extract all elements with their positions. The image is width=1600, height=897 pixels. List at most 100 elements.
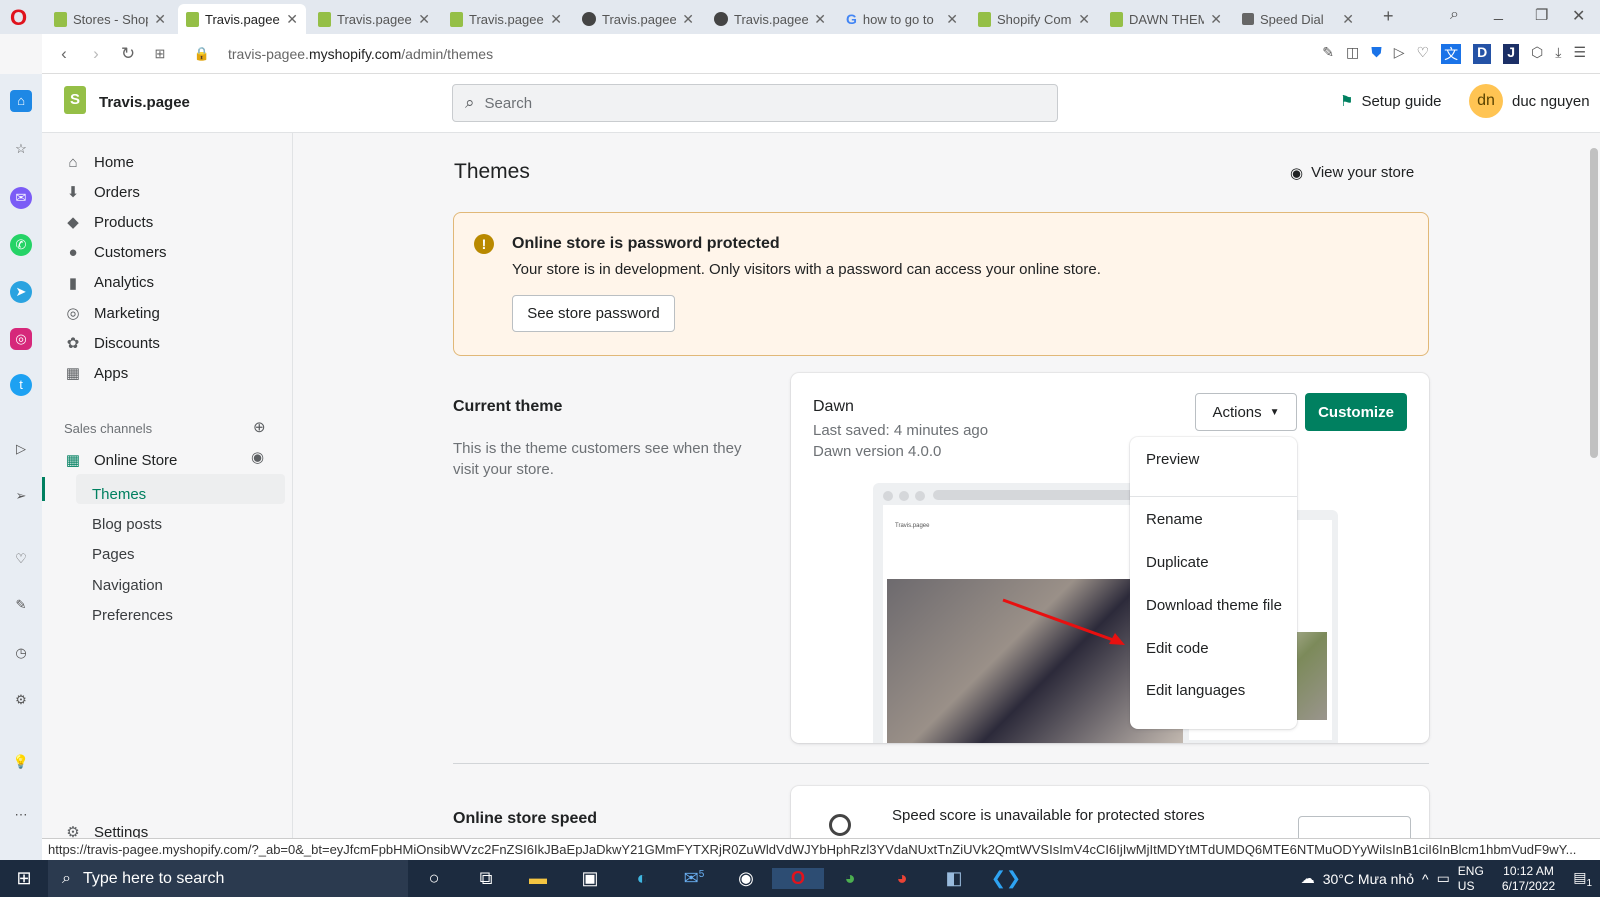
scrollbar[interactable] bbox=[1590, 148, 1598, 458]
network-icon[interactable]: ▭ bbox=[1437, 870, 1450, 887]
close-window-button[interactable]: ✕ bbox=[1572, 6, 1585, 26]
menu-item-rename[interactable]: Rename bbox=[1146, 511, 1203, 528]
twitter-icon[interactable]: t bbox=[10, 374, 32, 396]
player-icon[interactable]: ▷ bbox=[10, 438, 32, 460]
clock[interactable]: 10:12 AM 6/17/2022 bbox=[1502, 864, 1555, 894]
url-field[interactable]: travis-pagee.myshopify.com/admin/themes bbox=[228, 46, 493, 62]
sidebar-subitem-pages[interactable]: Pages bbox=[92, 546, 135, 563]
minimize-button[interactable]: _ bbox=[1494, 4, 1503, 22]
sidebar-item-apps[interactable]: ▦ Apps bbox=[64, 358, 128, 388]
star-icon[interactable]: ☆ bbox=[10, 138, 32, 160]
settings-sidebar-icon[interactable]: ⚙ bbox=[10, 689, 32, 711]
add-channel-icon[interactable]: ⊕ bbox=[253, 418, 266, 436]
whatsapp-icon[interactable]: ✆ bbox=[10, 234, 32, 256]
edge-icon[interactable]: ◐ bbox=[616, 868, 668, 889]
user-name[interactable]: duc nguyen bbox=[1512, 93, 1590, 110]
history-icon[interactable]: ◷ bbox=[10, 642, 32, 664]
sidebar-item-marketing[interactable]: ◎ Marketing bbox=[64, 298, 159, 328]
close-tab-icon[interactable]: ✕ bbox=[1078, 11, 1090, 28]
d-extension-icon[interactable]: D bbox=[1473, 43, 1492, 64]
close-tab-icon[interactable]: ✕ bbox=[1342, 11, 1354, 28]
home-icon[interactable]: ⌂ bbox=[10, 90, 32, 112]
restore-button[interactable]: ❐ bbox=[1535, 6, 1548, 24]
translate-extension-icon[interactable]: 文 bbox=[1441, 43, 1462, 64]
heart-sidebar-icon[interactable]: ♡ bbox=[10, 548, 32, 570]
customize-button[interactable]: Customize bbox=[1305, 393, 1407, 431]
instagram-icon[interactable]: ◎ bbox=[10, 328, 32, 350]
search-input[interactable]: ⌕ Search bbox=[452, 84, 1058, 122]
pinboard-icon[interactable]: ✎ bbox=[10, 594, 32, 616]
browser-tab[interactable]: Speed Dial ✕ bbox=[1234, 4, 1362, 34]
sidebar-subitem-themes[interactable]: Themes bbox=[92, 486, 146, 503]
extensions-cube-icon[interactable]: ⬡ bbox=[1531, 44, 1543, 64]
sidebar-item-home[interactable]: ⌂ Home bbox=[64, 147, 134, 177]
view-store-button[interactable]: ◉ View your store bbox=[1290, 164, 1414, 182]
opera-taskbar-icon[interactable]: O bbox=[772, 868, 824, 889]
close-tab-icon[interactable]: ✕ bbox=[1210, 11, 1222, 28]
sidebar-item-analytics[interactable]: ▮ Analytics bbox=[64, 268, 154, 298]
chrome-profile-icon[interactable]: ◕ bbox=[876, 868, 928, 889]
file-explorer-icon[interactable]: ▬ bbox=[512, 868, 564, 889]
sidebar-item-orders[interactable]: ⬇ Orders bbox=[64, 177, 140, 207]
more-icon[interactable]: ⋯ bbox=[10, 804, 32, 826]
menu-item-edit-languages[interactable]: Edit languages bbox=[1146, 682, 1245, 699]
easy-setup-icon[interactable]: ☰ bbox=[1573, 44, 1586, 64]
language-indicator[interactable]: ENG US bbox=[1458, 864, 1484, 894]
store-app-icon[interactable]: ▣ bbox=[564, 868, 616, 889]
send-icon[interactable]: ▷ bbox=[1394, 44, 1405, 64]
notes-app-icon[interactable]: ◧ bbox=[928, 868, 980, 889]
search-tabs-icon[interactable]: ⌕ bbox=[1450, 6, 1459, 24]
tabs-grid-icon[interactable]: ⊞ bbox=[144, 46, 176, 62]
app-w-icon[interactable]: ◉ bbox=[720, 868, 772, 889]
browser-tab[interactable]: Travis.pagee - ✕ bbox=[178, 4, 306, 34]
mail-icon[interactable]: ✉5 bbox=[668, 868, 720, 889]
j-extension-icon[interactable]: J bbox=[1503, 43, 1519, 64]
browser-tab[interactable]: Stores - Shop ✕ bbox=[46, 4, 174, 34]
camera-icon[interactable]: ◫ bbox=[1346, 44, 1359, 64]
browser-tab[interactable]: Shopify Comm ✕ bbox=[970, 4, 1098, 34]
new-tab-button[interactable]: + bbox=[1383, 6, 1394, 27]
sidebar-item-customers[interactable]: ● Customers bbox=[64, 238, 166, 268]
sidebar-item-discounts[interactable]: ✿ Discounts bbox=[64, 328, 160, 358]
cortana-icon[interactable]: ○ bbox=[408, 868, 460, 889]
store-name[interactable]: Travis.pagee bbox=[99, 94, 190, 111]
back-button[interactable]: ‹ bbox=[48, 44, 80, 64]
forward-button[interactable]: › bbox=[80, 44, 112, 64]
browser-tab[interactable]: Travis.pagee ✕ bbox=[706, 4, 834, 34]
chrome-icon[interactable]: ◕ bbox=[824, 868, 876, 889]
close-tab-icon[interactable]: ✕ bbox=[154, 11, 166, 28]
notification-icon[interactable]: ▤1 bbox=[1573, 869, 1592, 889]
browser-tab[interactable]: Travis.pagee ✕ bbox=[574, 4, 702, 34]
close-tab-icon[interactable]: ✕ bbox=[286, 11, 298, 28]
browser-tab[interactable]: Travis.pagee - ✕ bbox=[442, 4, 570, 34]
messenger-icon[interactable]: ✉ bbox=[10, 187, 32, 209]
sidebar-subitem-blog-posts[interactable]: Blog posts bbox=[92, 516, 162, 533]
see-store-password-button[interactable]: See store password bbox=[512, 295, 675, 332]
browser-tab[interactable]: DAWN THEME ✕ bbox=[1102, 4, 1230, 34]
menu-item-edit-code[interactable]: Edit code bbox=[1146, 640, 1209, 657]
sidebar-item-products[interactable]: ◆ Products bbox=[64, 207, 153, 237]
menu-item-preview[interactable]: Preview bbox=[1146, 451, 1199, 468]
close-tab-icon[interactable]: ✕ bbox=[946, 11, 958, 28]
setup-guide-button[interactable]: ⚑ Setup guide bbox=[1340, 92, 1442, 111]
taskbar-search[interactable]: ⌕ Type here to search bbox=[48, 860, 408, 897]
send-sidebar-icon[interactable]: ➢ bbox=[10, 485, 32, 507]
reload-button[interactable]: ↻ bbox=[112, 44, 144, 64]
tray-chevron-icon[interactable]: ^ bbox=[1422, 871, 1429, 887]
close-tab-icon[interactable]: ✕ bbox=[682, 11, 694, 28]
sidebar-subitem-preferences[interactable]: Preferences bbox=[92, 607, 173, 624]
opera-menu-icon[interactable]: O bbox=[10, 5, 27, 31]
close-tab-icon[interactable]: ✕ bbox=[418, 11, 430, 28]
vscode-icon[interactable]: ❮❯ bbox=[980, 868, 1032, 889]
close-tab-icon[interactable]: ✕ bbox=[550, 11, 562, 28]
snapshot-edit-icon[interactable]: ✎ bbox=[1322, 44, 1334, 64]
menu-item-download-theme-file[interactable]: Download theme file bbox=[1146, 597, 1282, 614]
sidebar-item-online-store[interactable]: ▦ Online Store bbox=[64, 445, 177, 475]
browser-tab[interactable]: Ghow to go to ✕ bbox=[838, 4, 966, 34]
menu-item-duplicate[interactable]: Duplicate bbox=[1146, 554, 1209, 571]
actions-button[interactable]: Actions ▼ bbox=[1195, 393, 1297, 431]
vpn-shield-icon[interactable]: ⛊ bbox=[1371, 44, 1382, 64]
close-tab-icon[interactable]: ✕ bbox=[814, 11, 826, 28]
bulb-icon[interactable]: 💡 bbox=[10, 751, 32, 773]
weather-text[interactable]: 30°C Mưa nhỏ bbox=[1323, 871, 1414, 887]
